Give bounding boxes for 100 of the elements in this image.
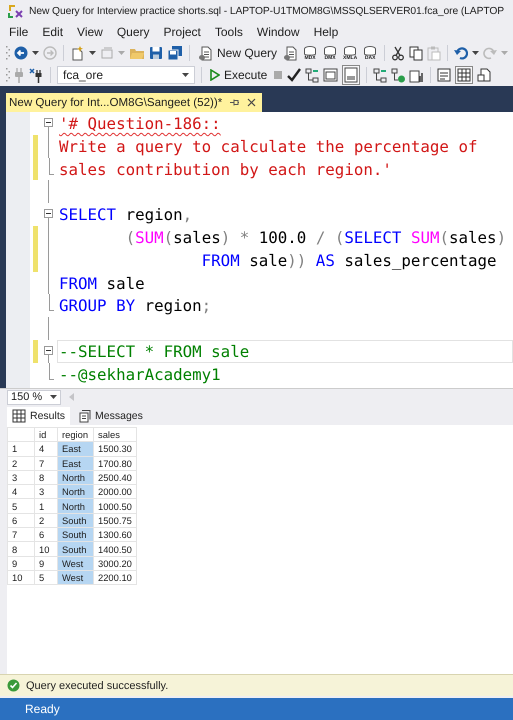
undo-icon[interactable]	[454, 46, 468, 60]
table-cell: 2500.40	[94, 470, 136, 485]
file-icon[interactable]	[477, 68, 492, 82]
collapse-icon[interactable]	[44, 346, 53, 355]
menu-item[interactable]: Help	[306, 23, 346, 41]
row-number: 2	[8, 456, 34, 470]
close-icon[interactable]	[247, 98, 256, 107]
save-all-icon[interactable]	[167, 46, 183, 60]
code-line: Write a query to calculate the percentage of	[58, 136, 478, 158]
query-status-message: Query executed successfully.	[26, 680, 168, 692]
menu-item[interactable]: View	[70, 23, 110, 41]
code-line: SELECT region,	[58, 204, 194, 226]
database-icon[interactable]	[363, 46, 378, 56]
column-header[interactable]: id	[34, 428, 58, 442]
table-cell: 3000.20	[94, 556, 136, 570]
code-line: GROUP BY region;	[58, 295, 212, 318]
table-cell: South	[58, 513, 94, 528]
database-icon[interactable]	[303, 46, 318, 56]
table-cell: 1400.50	[94, 542, 136, 556]
menu-item[interactable]: Window	[250, 23, 307, 41]
row-number: 4	[8, 484, 34, 499]
new-document-icon[interactable]	[70, 46, 85, 60]
execute-button[interactable]: Execute	[208, 67, 270, 83]
grid-icon[interactable]	[457, 68, 472, 82]
table-cell: West	[58, 570, 94, 585]
window-icon[interactable]	[323, 68, 338, 82]
query-document-icon[interactable]	[283, 46, 298, 60]
new-query-button[interactable]: New Query	[196, 44, 280, 62]
window-title: New Query for Interview practice shorts.sql - LAPTOP-U1TMOM8G\MSSQLSERVER01.fca_ore (LAPTOP	[29, 6, 504, 16]
code-line: --@sekharAcademy1	[58, 364, 222, 386]
table-cell: East	[58, 442, 94, 456]
collapse-icon[interactable]	[44, 209, 53, 218]
app-logo-icon	[7, 3, 23, 19]
diagram-icon[interactable]	[373, 68, 388, 82]
table-cell: South	[58, 528, 94, 542]
statistics-icon[interactable]	[409, 68, 424, 82]
caret-icon[interactable]	[32, 51, 39, 55]
change-connection-icon[interactable]	[28, 68, 44, 82]
table-cell: 1500.30	[94, 442, 136, 456]
database-icon[interactable]	[323, 46, 338, 56]
query-document-icon[interactable]	[198, 46, 213, 60]
table-cell: 2200.10	[94, 570, 136, 585]
cut-icon[interactable]	[391, 46, 406, 60]
row-number: 9	[8, 556, 34, 570]
code-line: sales contribution by each region.'	[58, 158, 393, 180]
code-line: FROM sale)) AS sales_percentage	[200, 250, 498, 272]
database-icon[interactable]	[343, 46, 358, 56]
caret-icon[interactable]	[182, 73, 189, 77]
row-number: 7	[8, 528, 34, 542]
table-cell: 1300.60	[94, 528, 136, 542]
menu-item[interactable]: Project	[156, 23, 208, 41]
diagram-icon[interactable]	[305, 68, 320, 82]
menu-item[interactable]: Tools	[208, 23, 250, 41]
back-icon[interactable]	[14, 46, 28, 60]
toolbar-grip-icon[interactable]	[6, 45, 10, 61]
diagram-icon[interactable]	[391, 68, 406, 82]
column-header[interactable]: sales	[94, 428, 136, 442]
messages-icon[interactable]	[79, 410, 92, 422]
zoom-dropdown[interactable]: 150 %	[7, 390, 61, 404]
menu-item[interactable]: File	[2, 23, 36, 41]
table-cell: North	[58, 484, 94, 499]
text-icon[interactable]	[437, 68, 452, 82]
pin-icon[interactable]	[230, 98, 240, 107]
database-dropdown[interactable]: fca_ore	[57, 66, 195, 84]
code-line: FROM sale	[58, 272, 146, 294]
caret-icon[interactable]	[50, 395, 57, 399]
success-icon	[7, 679, 20, 692]
caret-icon[interactable]	[89, 51, 96, 55]
caret-icon[interactable]	[472, 51, 480, 55]
table-cell: East	[58, 456, 94, 470]
results-tab[interactable]: Messages	[74, 407, 148, 425]
row-number: 3	[8, 470, 34, 485]
copy-icon[interactable]	[409, 46, 424, 60]
table-cell: West	[58, 556, 94, 570]
row-number: 10	[8, 570, 34, 585]
status-text: Ready	[25, 702, 60, 716]
table-cell: South	[58, 542, 94, 556]
play-icon[interactable]	[210, 69, 220, 81]
table-cell: North	[58, 498, 94, 514]
table-cell: 2000.00	[94, 484, 136, 499]
menu-item[interactable]: Edit	[35, 23, 70, 41]
table-cell: North	[58, 470, 94, 485]
code-line: '# Question-186::	[58, 113, 222, 135]
row-number: 6	[8, 513, 34, 528]
table-cell: 1500.75	[94, 513, 136, 528]
collapse-icon[interactable]	[44, 118, 53, 127]
row-number: 8	[8, 542, 34, 556]
table-cell: 1000.50	[94, 498, 136, 514]
tab-title: New Query for Int...OM8G\Sangeet (52))*	[9, 96, 222, 109]
row-number: 1	[8, 442, 34, 456]
results-tab[interactable]: Results	[7, 407, 70, 425]
menu-item[interactable]: Query	[110, 23, 157, 41]
toolbar-grip-icon[interactable]	[6, 67, 10, 83]
row-number: 5	[8, 498, 34, 514]
results-pane-icon[interactable]	[344, 67, 358, 83]
code-line: (SUM(sales) * 100.0 / (SELECT SUM(sales)	[124, 226, 508, 249]
checkmark-icon[interactable]	[287, 68, 302, 82]
grid-icon[interactable]	[12, 409, 26, 423]
document-tab[interactable]: New Query for Int...OM8G\Sangeet (52))*	[6, 93, 262, 112]
save-icon[interactable]	[149, 46, 163, 60]
